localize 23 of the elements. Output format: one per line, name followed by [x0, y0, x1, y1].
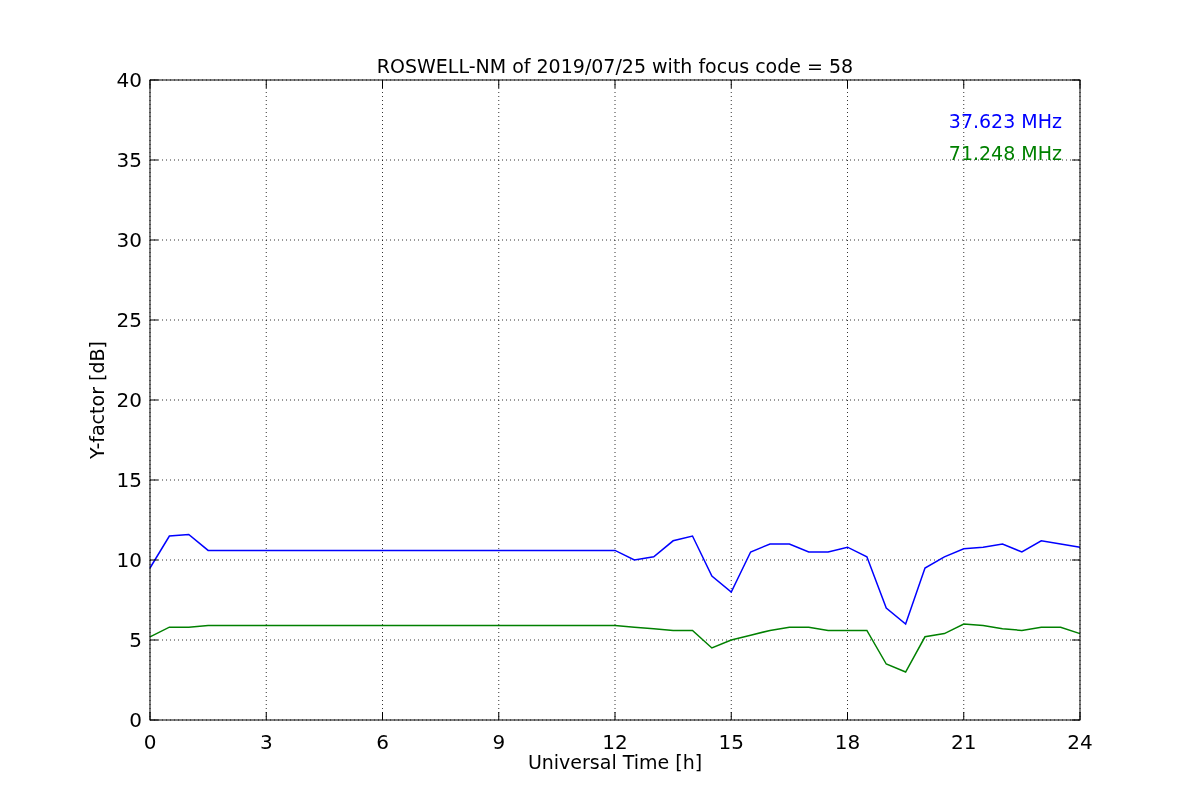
- tick-label: 10: [116, 548, 142, 572]
- tick-label: 0: [129, 708, 142, 732]
- tick-label: 25: [116, 308, 142, 332]
- tick-label: 18: [834, 730, 861, 754]
- chart-title: ROSWELL-NM of 2019/07/25 with focus code = 58: [376, 55, 854, 77]
- tick-label: 0: [143, 730, 157, 754]
- legend-label: 71.248 MHz: [948, 142, 1062, 164]
- tick-label: 24: [1067, 730, 1093, 754]
- tick-label: 3: [259, 730, 273, 754]
- tick-label: 15: [116, 468, 142, 492]
- tick-label: 30: [116, 228, 142, 252]
- tick-label: 20: [116, 388, 142, 412]
- axis-label: Universal Time [h]: [527, 751, 703, 773]
- tick-label: 9: [492, 730, 506, 754]
- tick-label: 21: [951, 730, 977, 754]
- tick-label: 5: [129, 628, 142, 652]
- tick-label: 35: [116, 148, 142, 172]
- tick-label: 15: [718, 730, 744, 754]
- tick-label: 40: [116, 68, 142, 92]
- axis-label: Y-factor [dB]: [86, 341, 108, 459]
- tick-label: 12: [602, 730, 628, 754]
- legend-label: 37.623 MHz: [948, 110, 1062, 132]
- tick-label: 6: [376, 730, 389, 754]
